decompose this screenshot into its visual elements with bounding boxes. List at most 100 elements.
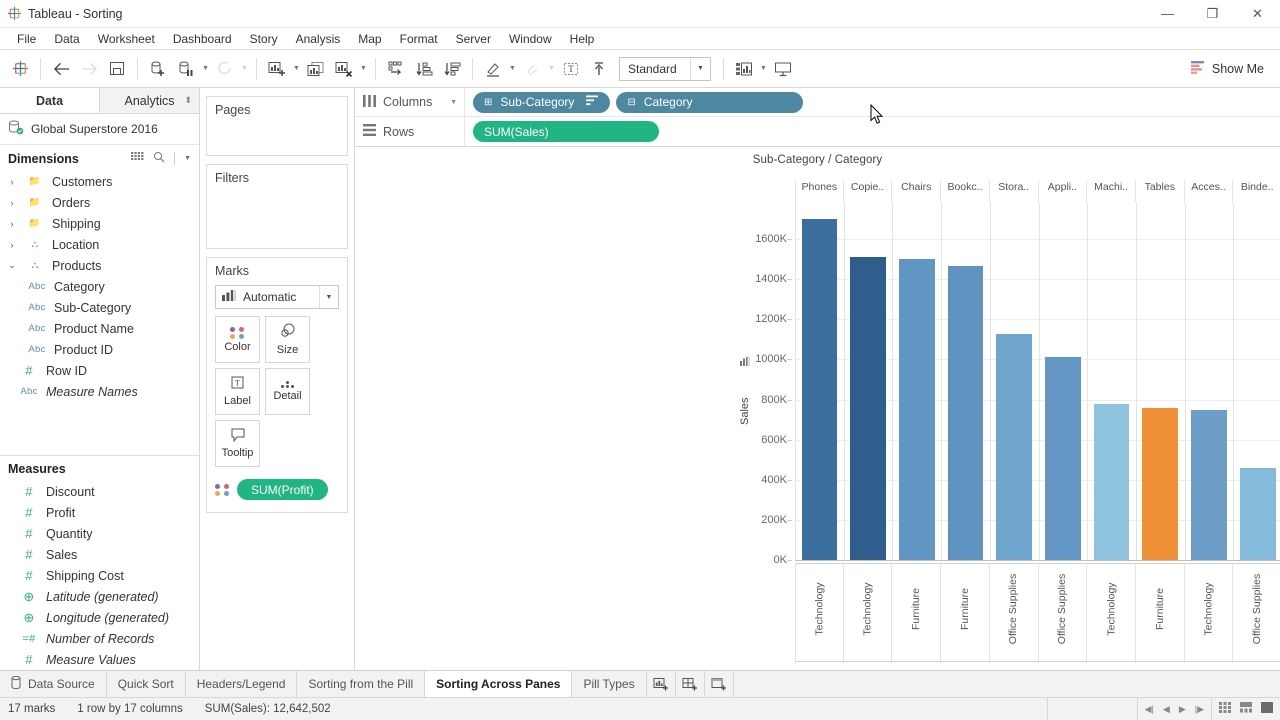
tab-quick-sort[interactable]: Quick Sort <box>107 671 186 697</box>
pill-category[interactable]: ⊟ Category <box>616 92 802 113</box>
menu-story[interactable]: Story <box>241 30 287 48</box>
minimize-button[interactable]: — <box>1145 0 1190 28</box>
measure-latitude[interactable]: ⊕Latitude (generated) <box>0 586 199 607</box>
measure-profit[interactable]: #Profit <box>0 502 199 523</box>
new-worksheet-caret-icon[interactable]: ▼ <box>291 55 302 83</box>
category-header-cell[interactable]: Technology <box>795 563 844 663</box>
tab-sorting-across-panes[interactable]: Sorting Across Panes <box>425 671 572 697</box>
menu-dashboard[interactable]: Dashboard <box>164 30 241 48</box>
color-pill-sum-profit[interactable]: SUM(Profit) <box>237 479 328 500</box>
menu-data[interactable]: Data <box>45 30 88 48</box>
tab-headers-legend[interactable]: Headers/Legend <box>186 671 298 697</box>
expand-caret-icon[interactable]: › <box>6 177 18 187</box>
nav-prev-icon[interactable]: ◀ <box>1163 704 1170 715</box>
category-header-cell[interactable]: Office Supplies <box>1039 563 1088 663</box>
field-customers[interactable]: ›📁Customers <box>0 171 199 192</box>
expand-caret-icon[interactable]: ⌄ <box>6 260 18 271</box>
sort-descending-icon[interactable] <box>586 95 599 109</box>
marks-type-select[interactable]: Automatic ▼ <box>215 285 339 309</box>
category-header-cell[interactable]: Office Supplies <box>1233 563 1280 663</box>
columns-shelf[interactable]: Columns ▼ ⊞ Sub-Category ⊟ <box>355 88 1280 117</box>
field-sub-category[interactable]: AbcSub-Category <box>0 297 199 318</box>
show-mark-labels-icon[interactable]: T <box>557 55 585 83</box>
category-header-cell[interactable]: Furniture <box>1136 563 1185 663</box>
field-location[interactable]: ›⛬Location <box>0 234 199 255</box>
bar[interactable] <box>948 266 984 560</box>
measure-quantity[interactable]: #Quantity <box>0 523 199 544</box>
datasource-row[interactable]: Global Superstore 2016 <box>0 114 199 145</box>
expand-caret-icon[interactable]: › <box>6 240 18 250</box>
bar[interactable] <box>1142 408 1178 560</box>
bar[interactable] <box>899 259 935 560</box>
pin-icon[interactable]: ⬍ <box>184 95 192 106</box>
color-button[interactable]: Color <box>215 316 260 363</box>
nav-next-icon[interactable]: ▶ <box>1179 704 1186 715</box>
show-hide-cards-icon[interactable] <box>730 55 758 83</box>
expand-plus-icon[interactable]: ⊞ <box>484 97 492 108</box>
bar[interactable] <box>1094 404 1130 560</box>
field-product-id[interactable]: AbcProduct ID <box>0 339 199 360</box>
view-grid-icon[interactable] <box>1219 702 1231 716</box>
back-arrow-icon[interactable] <box>47 55 75 83</box>
tab-sorting-from-the-pill[interactable]: Sorting from the Pill <box>297 671 425 697</box>
new-worksheet-icon[interactable] <box>263 55 291 83</box>
nav-first-icon[interactable]: ◀| <box>1145 704 1154 715</box>
rows-shelf[interactable]: Rows SUM(Sales) <box>355 117 1280 146</box>
view-cards-icon[interactable] <box>1240 702 1252 716</box>
category-header-cell[interactable]: Technology <box>1185 563 1234 663</box>
new-data-source-icon[interactable] <box>144 55 172 83</box>
tab-data-source[interactable]: Data Source <box>0 671 107 697</box>
category-header-cell[interactable]: Furniture <box>892 563 941 663</box>
new-story-icon[interactable] <box>705 671 734 697</box>
tableau-home-icon[interactable] <box>6 55 34 83</box>
highlighter-icon[interactable] <box>479 55 507 83</box>
measure-longitude[interactable]: ⊕Longitude (generated) <box>0 607 199 628</box>
sort-descending-icon[interactable] <box>438 55 466 83</box>
bar[interactable] <box>1191 410 1227 560</box>
menu-server[interactable]: Server <box>447 30 500 48</box>
menu-help[interactable]: Help <box>561 30 604 48</box>
field-orders[interactable]: ›📁Orders <box>0 192 199 213</box>
chevron-down-icon[interactable]: ▼ <box>319 286 338 308</box>
search-icon[interactable] <box>153 151 165 166</box>
measure-measure-values[interactable]: #Measure Values <box>0 649 199 670</box>
menu-worksheet[interactable]: Worksheet <box>89 30 164 48</box>
collapse-minus-icon[interactable]: ⊟ <box>627 97 635 108</box>
measure-discount[interactable]: #Discount <box>0 481 199 502</box>
category-header-cell[interactable]: Technology <box>1087 563 1136 663</box>
view-single-icon[interactable] <box>1261 702 1273 716</box>
measure-shipping-cost[interactable]: #Shipping Cost <box>0 565 199 586</box>
tab-pill-types[interactable]: Pill Types <box>572 671 646 697</box>
menu-format[interactable]: Format <box>391 30 447 48</box>
bar[interactable] <box>850 257 886 560</box>
field-product-name[interactable]: AbcProduct Name <box>0 318 199 339</box>
show-me-button[interactable]: Show Me <box>1181 57 1274 81</box>
bar[interactable] <box>996 334 1032 560</box>
duplicate-sheet-icon[interactable] <box>302 55 330 83</box>
bar[interactable] <box>1045 357 1081 560</box>
measure-number-of-records[interactable]: =#Number of Records <box>0 628 199 649</box>
maximize-button[interactable]: ❐ <box>1190 0 1235 28</box>
new-dashboard-icon[interactable] <box>676 671 705 697</box>
menu-window[interactable]: Window <box>500 30 561 48</box>
menu-analysis[interactable]: Analysis <box>287 30 350 48</box>
menu-map[interactable]: Map <box>349 30 390 48</box>
expand-caret-icon[interactable]: › <box>6 219 18 229</box>
chevron-down-icon[interactable]: ▼ <box>184 155 191 162</box>
pill-sub-category[interactable]: ⊞ Sub-Category <box>473 92 610 113</box>
presentation-mode-icon[interactable] <box>769 55 797 83</box>
close-button[interactable]: ✕ <box>1235 0 1280 28</box>
show-cards-caret-icon[interactable]: ▼ <box>758 55 769 83</box>
size-button[interactable]: Size <box>265 316 310 363</box>
nav-last-icon[interactable]: |▶ <box>1195 704 1204 715</box>
chevron-down-icon[interactable]: ▼ <box>450 99 457 106</box>
fix-axes-icon[interactable] <box>585 55 613 83</box>
tab-analytics[interactable]: Analytics ⬍ <box>99 88 199 113</box>
category-header-cell[interactable]: Office Supplies <box>990 563 1039 663</box>
fit-select[interactable]: Standard ▼ <box>619 57 711 81</box>
detail-button[interactable]: Detail <box>265 368 310 415</box>
sort-ascending-icon[interactable] <box>410 55 438 83</box>
clear-sheet-caret-icon[interactable]: ▼ <box>358 55 369 83</box>
new-worksheet-icon[interactable] <box>647 671 676 697</box>
field-products[interactable]: ⌄⛬Products <box>0 255 199 276</box>
